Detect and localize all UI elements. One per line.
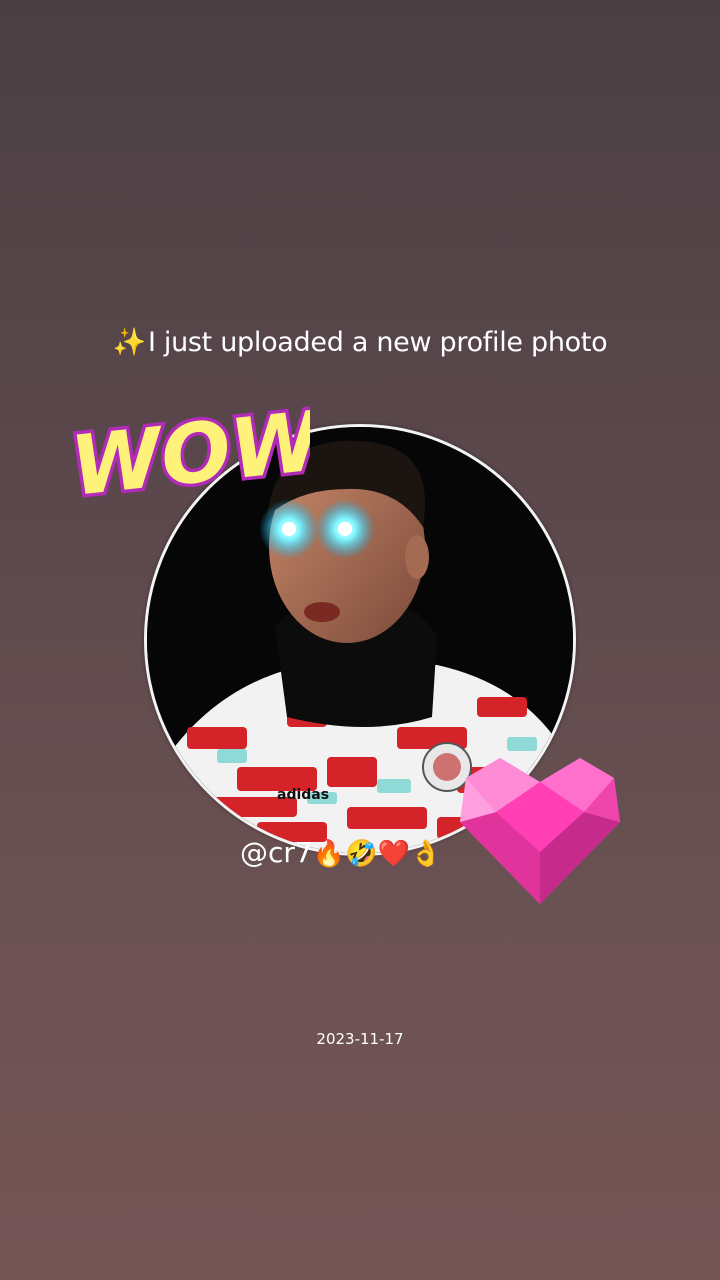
post-date: 2023-11-17 (316, 1030, 404, 1048)
handle-text: @cr7 (240, 836, 313, 869)
svg-text:adidas: adidas (277, 787, 329, 803)
sparkles-icon: ✨ (112, 327, 147, 358)
reaction-emojis: 🔥🤣❤️👌 (312, 839, 443, 869)
pink-gem-heart-icon (460, 758, 620, 904)
wow-sticker: WOW! (63, 387, 310, 518)
wow-text: WOW! (66, 390, 310, 515)
caption-text: I just uploaded a new profile photo (147, 327, 608, 358)
user-handle[interactable]: @cr7🔥🤣❤️👌 (240, 836, 442, 869)
caption: ✨I just uploaded a new profile photo (0, 326, 720, 358)
